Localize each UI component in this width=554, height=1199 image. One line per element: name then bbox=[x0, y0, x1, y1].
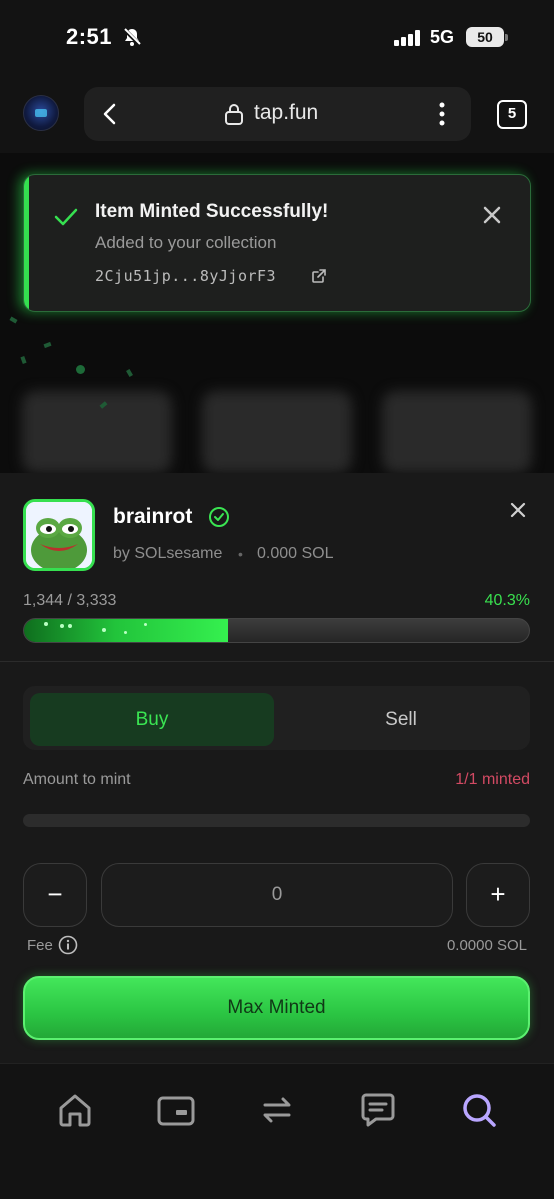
toast-subtitle: Added to your collection bbox=[95, 233, 277, 252]
fee-label: Fee bbox=[27, 937, 53, 954]
signal-icon bbox=[394, 30, 422, 51]
wallet-icon[interactable] bbox=[156, 1090, 196, 1130]
tab-buy[interactable]: Buy bbox=[30, 693, 274, 746]
toast-title: Item Minted Successfully! bbox=[95, 201, 329, 222]
separator-dot: • bbox=[238, 546, 243, 562]
collection-name: brainrot bbox=[113, 505, 193, 528]
decrement-button[interactable]: − bbox=[23, 863, 87, 927]
chat-icon[interactable] bbox=[358, 1090, 398, 1130]
blurred-card bbox=[22, 391, 172, 473]
back-arrow-icon[interactable] bbox=[102, 103, 118, 130]
mint-progress-fill bbox=[24, 619, 228, 642]
blurred-card bbox=[382, 391, 532, 473]
more-vertical-icon[interactable] bbox=[438, 101, 446, 132]
minted-status: 1/1 minted bbox=[455, 771, 530, 788]
confetti bbox=[9, 316, 18, 324]
tab-sell[interactable]: Sell bbox=[279, 693, 523, 746]
battery-icon: 50 bbox=[466, 27, 504, 47]
sparkle bbox=[60, 624, 64, 628]
battery-nub bbox=[505, 34, 508, 41]
price-label: 0.000 SOL bbox=[257, 545, 334, 562]
buy-sell-toggle: Buy Sell bbox=[23, 686, 530, 750]
quantity-input[interactable]: 0 bbox=[101, 863, 453, 927]
network-type: 5G bbox=[430, 27, 455, 47]
swap-icon[interactable] bbox=[257, 1090, 297, 1130]
mint-success-toast: Item Minted Successfully! Added to your … bbox=[23, 174, 531, 312]
sparkle bbox=[44, 622, 48, 626]
external-link-icon[interactable] bbox=[312, 269, 326, 288]
status-bar: 2:51 5G 50 bbox=[0, 0, 554, 75]
bell-muted-icon bbox=[122, 27, 142, 52]
sparkle bbox=[102, 628, 106, 632]
amount-label: Amount to mint bbox=[23, 771, 131, 788]
mint-sheet: brainrot by SOLsesame • 0.000 SOL 1,344 … bbox=[0, 473, 554, 1063]
creator-label[interactable]: by SOLsesame bbox=[113, 545, 222, 563]
fee-value: 0.0000 SOL bbox=[446, 937, 527, 954]
status-time: 2:51 bbox=[66, 24, 113, 49]
sparkle bbox=[68, 624, 72, 628]
tabs-button[interactable]: 5 bbox=[497, 100, 527, 129]
mint-progress-count: 1,344 / 3,333 bbox=[23, 592, 117, 609]
address-bar[interactable]: tap.fun bbox=[84, 87, 471, 141]
url-text[interactable]: tap.fun bbox=[254, 101, 318, 125]
check-icon bbox=[54, 207, 78, 232]
confetti bbox=[126, 368, 133, 378]
lock-icon bbox=[224, 103, 244, 130]
toast-accent-bar bbox=[24, 175, 29, 311]
search-icon[interactable] bbox=[459, 1090, 499, 1130]
bottom-nav bbox=[0, 1063, 554, 1199]
collection-avatar bbox=[23, 499, 95, 571]
verified-badge-icon bbox=[208, 506, 230, 533]
close-icon[interactable] bbox=[482, 205, 502, 230]
mint-progress-bar bbox=[23, 618, 530, 643]
increment-button[interactable]: + bbox=[466, 863, 530, 927]
blurred-card bbox=[202, 391, 352, 473]
transaction-hash-link[interactable]: 2Cju51jp...8yJjorF3 bbox=[95, 267, 276, 285]
sparkle bbox=[144, 623, 147, 626]
info-icon[interactable] bbox=[58, 935, 78, 960]
max-minted-button[interactable]: Max Minted bbox=[23, 976, 530, 1040]
amount-slider[interactable] bbox=[23, 814, 530, 827]
sparkle bbox=[124, 631, 127, 634]
site-logo-icon[interactable] bbox=[23, 95, 59, 131]
confetti bbox=[20, 356, 27, 364]
mint-progress-percent: 40.3% bbox=[484, 592, 530, 609]
browser-toolbar: tap.fun 5 bbox=[0, 75, 554, 153]
confetti bbox=[76, 365, 85, 374]
close-icon[interactable] bbox=[508, 500, 528, 525]
home-icon[interactable] bbox=[55, 1090, 95, 1130]
confetti bbox=[43, 341, 52, 349]
section-divider bbox=[0, 661, 554, 662]
